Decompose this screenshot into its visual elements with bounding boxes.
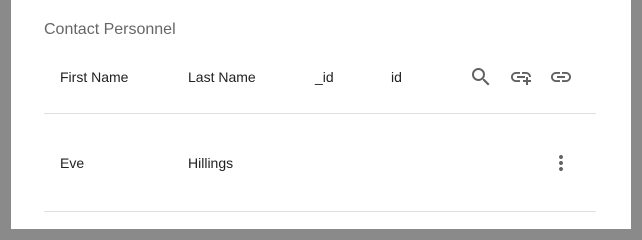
column-header-underscore-id[interactable]: _id (315, 69, 334, 85)
cell-last-name: Hillings (188, 155, 234, 171)
search-icon[interactable] (469, 65, 493, 89)
table-header-row: First Name Last Name _id id (44, 50, 596, 114)
contact-personnel-table: First Name Last Name _id id Eve Hillings (44, 50, 596, 212)
cell-first-name: Eve (60, 155, 85, 171)
table-row[interactable]: Eve Hillings (44, 114, 596, 212)
section-title: Contact Personnel (44, 21, 176, 38)
column-header-id[interactable]: id (391, 69, 402, 85)
more-vert-icon[interactable] (549, 151, 573, 175)
link-icon[interactable] (549, 65, 573, 89)
contact-personnel-panel: Contact Personnel First Name Last Name _… (11, 0, 631, 229)
link-add-icon[interactable] (509, 65, 533, 89)
column-header-last-name[interactable]: Last Name (188, 69, 256, 85)
column-header-first-name[interactable]: First Name (60, 69, 128, 85)
